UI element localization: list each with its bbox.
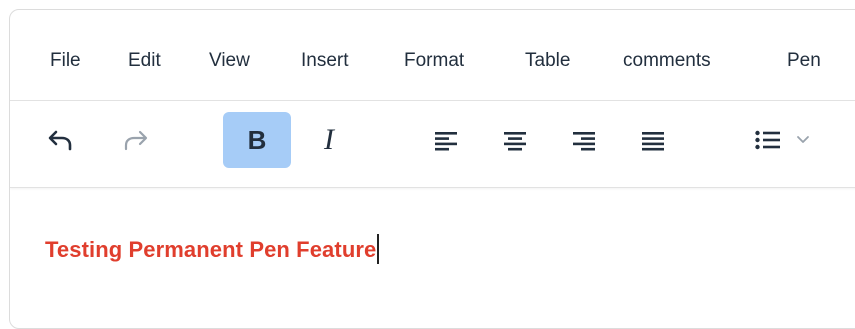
chevron-down-icon[interactable] <box>796 135 810 145</box>
menu-pen[interactable]: Pen <box>787 49 821 73</box>
bold-button[interactable]: B <box>223 112 291 168</box>
undo-icon <box>47 128 75 152</box>
menu-comments[interactable]: comments <box>623 49 711 73</box>
menu-table[interactable]: Table <box>525 49 570 73</box>
italic-label: I <box>324 123 334 156</box>
editor-content-area[interactable]: Testing Permanent Pen Feature <box>10 188 855 328</box>
align-center-button[interactable] <box>481 112 549 168</box>
align-left-button[interactable] <box>412 112 480 168</box>
menu-insert[interactable]: Insert <box>301 49 349 73</box>
menu-edit[interactable]: Edit <box>128 49 161 73</box>
menu-view[interactable]: View <box>209 49 250 73</box>
align-justify-button[interactable] <box>619 112 687 168</box>
redo-icon <box>121 128 149 152</box>
toolbar: B I <box>10 101 855 188</box>
redo-button[interactable] <box>101 112 169 168</box>
align-justify-icon <box>640 129 666 151</box>
rich-text-editor: File Edit View Insert Format Table comme… <box>9 9 855 329</box>
align-center-icon <box>502 129 528 151</box>
menu-format[interactable]: Format <box>404 49 464 73</box>
text-caret <box>377 234 380 264</box>
undo-button[interactable] <box>27 112 95 168</box>
bold-label: B <box>247 124 267 155</box>
bullet-list-icon <box>754 129 782 151</box>
italic-button[interactable]: I <box>295 112 363 168</box>
align-right-icon <box>571 129 597 151</box>
bullet-list-button[interactable] <box>738 112 838 168</box>
align-right-button[interactable] <box>550 112 618 168</box>
document-paragraph[interactable]: Testing Permanent Pen Feature <box>45 234 380 264</box>
document-text: Testing Permanent Pen Feature <box>45 237 377 262</box>
align-left-icon <box>433 129 459 151</box>
menubar: File Edit View Insert Format Table comme… <box>10 10 855 101</box>
menu-file[interactable]: File <box>50 49 81 73</box>
